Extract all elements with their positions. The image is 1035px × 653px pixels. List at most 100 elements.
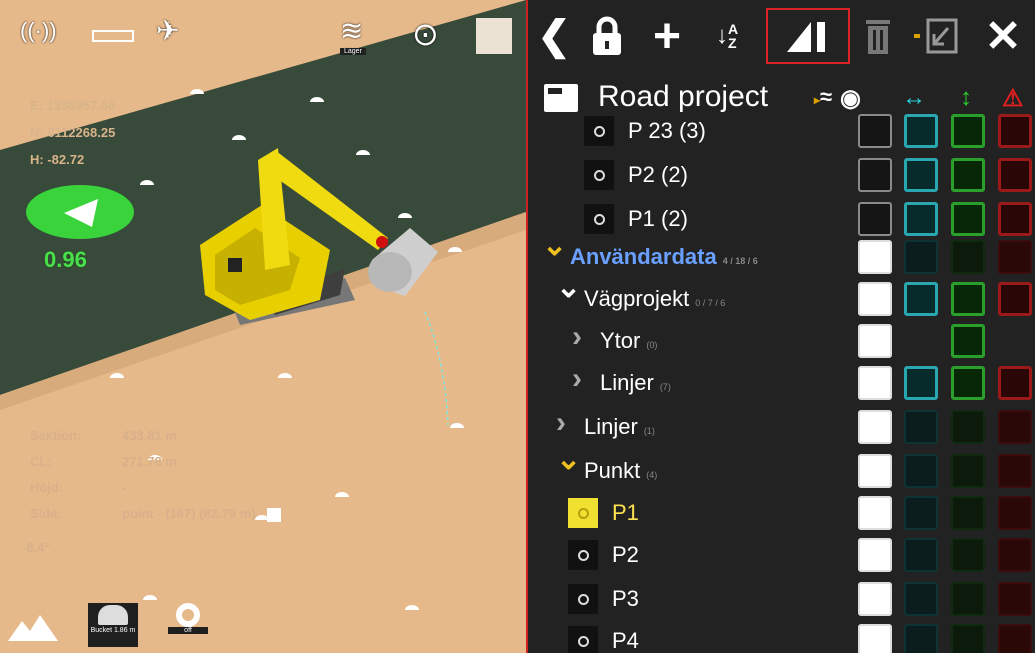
close-button[interactable]: ✕ [978, 8, 1028, 64]
vertical-guidance-toggle[interactable] [951, 114, 985, 148]
horizontal-guidance-toggle[interactable] [904, 624, 938, 653]
horizontal-guidance-toggle[interactable] [904, 496, 938, 530]
vertical-guidance-toggle[interactable] [951, 324, 985, 358]
vertical-guidance-toggle[interactable] [951, 366, 985, 400]
import-button[interactable] [912, 8, 964, 64]
back-button[interactable]: ❮ [534, 8, 574, 64]
tree-point-row[interactable]: P2 [528, 534, 1035, 578]
vertical-guidance-toggle[interactable] [951, 582, 985, 616]
project-title[interactable]: Road project [598, 80, 768, 114]
visibility-toggle[interactable] [858, 158, 892, 192]
visibility-toggle[interactable] [858, 496, 892, 530]
tree-group-row[interactable]: ⌄ Vägprojekt 0 / 7 / 6 [528, 271, 1035, 322]
tree-point-row[interactable]: P 23 (3) [528, 110, 1035, 154]
warning-icon[interactable]: ⚠ [1002, 84, 1024, 113]
visibility-toggle[interactable] [858, 582, 892, 616]
vertical-guidance-toggle[interactable] [951, 202, 985, 236]
layers-icon[interactable]: ≋ [340, 14, 363, 47]
layers-label: Lager [340, 48, 366, 55]
visibility-toggle[interactable] [858, 410, 892, 444]
battery-icon [92, 30, 134, 42]
warning-toggle[interactable] [998, 202, 1032, 236]
visibility-toggle[interactable] [858, 240, 892, 274]
visibility-toggle[interactable] [858, 538, 892, 572]
sort-az-button[interactable]: ↓A Z [702, 8, 752, 64]
bucket-button[interactable]: Bucket 1.86 m [88, 603, 138, 647]
warning-toggle[interactable] [998, 538, 1032, 572]
warning-toggle[interactable] [998, 410, 1032, 444]
tree-item-count: 0 / 7 / 6 [695, 298, 726, 308]
chevron-down-icon[interactable]: ⌄ [556, 442, 581, 477]
visibility-toggle[interactable] [858, 114, 892, 148]
horizontal-guidance-toggle[interactable] [904, 410, 938, 444]
chevron-right-icon[interactable]: › [572, 362, 582, 396]
tree-group-row[interactable]: ⌄ Användardata 4 / 18 / 6 [528, 229, 1035, 280]
visibility-toggle[interactable] [858, 454, 892, 488]
horizontal-guidance-toggle[interactable] [904, 114, 938, 148]
warning-toggle[interactable] [998, 454, 1032, 488]
vertical-guidance-toggle[interactable] [951, 624, 985, 653]
vertical-arrows-icon[interactable]: ↕ [960, 84, 972, 112]
lock-button[interactable] [584, 8, 630, 64]
tree-group-row[interactable]: › Linjer (7) [528, 362, 1035, 406]
radio-signal-icon[interactable]: ((·)) [20, 18, 57, 44]
horizontal-guidance-toggle[interactable] [904, 158, 938, 192]
tree-group-row[interactable]: › Linjer (1) [528, 406, 1035, 450]
horizontal-guidance-toggle[interactable] [904, 454, 938, 488]
vertical-guidance-toggle[interactable] [951, 282, 985, 316]
vertical-guidance-toggle[interactable] [951, 158, 985, 192]
warning-toggle[interactable] [998, 496, 1032, 530]
horizontal-guidance-toggle[interactable] [904, 582, 938, 616]
tree-point-row[interactable]: P1 [528, 492, 1035, 536]
map-3d-view[interactable]: ((·)) ✈ ≋ Lager ⊙ E: 1336957.66 N: 61122… [0, 0, 526, 653]
tree-group-row[interactable]: ⌄ Punkt (4) [528, 443, 1035, 494]
warning-toggle[interactable] [998, 282, 1032, 316]
horizontal-guidance-toggle[interactable] [904, 282, 938, 316]
visibility-toggle[interactable] [858, 282, 892, 316]
warning-toggle[interactable] [998, 240, 1032, 274]
vertical-guidance-toggle[interactable] [951, 454, 985, 488]
visibility-toggle[interactable] [858, 202, 892, 236]
horizontal-guidance-toggle[interactable] [904, 366, 938, 400]
terrain-icon[interactable] [8, 613, 58, 643]
warning-toggle[interactable] [998, 624, 1032, 653]
horizontal-guidance-toggle[interactable] [904, 240, 938, 274]
horizontal-guidance-toggle[interactable] [904, 538, 938, 572]
vertical-guidance-toggle[interactable] [951, 410, 985, 444]
warning-toggle[interactable] [998, 366, 1032, 400]
tree-item-label: Punkt (4) [584, 458, 657, 484]
vertical-guidance-toggle[interactable] [951, 538, 985, 572]
delete-button[interactable] [858, 8, 898, 64]
measure-button[interactable] [766, 8, 850, 64]
calendar-icon[interactable] [267, 507, 282, 522]
visibility-toggle[interactable] [858, 366, 892, 400]
navigation-arrow-button[interactable] [26, 185, 134, 239]
eye-icon[interactable]: ◉ [840, 84, 861, 113]
vertical-guidance-toggle[interactable] [951, 496, 985, 530]
warning-toggle[interactable] [998, 158, 1032, 192]
cube-icon[interactable] [476, 18, 512, 54]
satellite-icon[interactable]: ✈ [156, 14, 179, 47]
horizontal-guidance-toggle[interactable] [904, 202, 938, 236]
tree-point-row[interactable]: P4 [528, 620, 1035, 653]
chevron-down-icon[interactable]: ⌄ [542, 228, 567, 263]
warning-toggle[interactable] [998, 114, 1032, 148]
chevron-right-icon[interactable]: › [572, 320, 582, 354]
tree-point-row[interactable]: P2 (2) [528, 154, 1035, 198]
folder-icon[interactable] [544, 84, 578, 112]
vertical-guidance-toggle[interactable] [951, 240, 985, 274]
crosshair-icon[interactable]: ⊙ [412, 18, 439, 50]
collapse-all-icon[interactable]: ▸≈ [814, 84, 832, 110]
add-button[interactable]: + [644, 8, 690, 64]
horizontal-arrows-icon[interactable]: ↔ [902, 84, 926, 112]
easting-value: E: 1336957.66 [30, 98, 116, 113]
panel-toolbar: ❮ + ↓A Z ✕ [528, 0, 1035, 74]
target-button[interactable]: off [168, 603, 208, 647]
tree-group-row[interactable]: › Ytor (0) [528, 320, 1035, 364]
visibility-toggle[interactable] [858, 624, 892, 653]
visibility-toggle[interactable] [858, 324, 892, 358]
warning-toggle[interactable] [998, 582, 1032, 616]
tree-point-row[interactable]: P3 [528, 578, 1035, 622]
chevron-down-icon[interactable]: ⌄ [556, 270, 581, 305]
chevron-right-icon[interactable]: › [556, 406, 566, 440]
